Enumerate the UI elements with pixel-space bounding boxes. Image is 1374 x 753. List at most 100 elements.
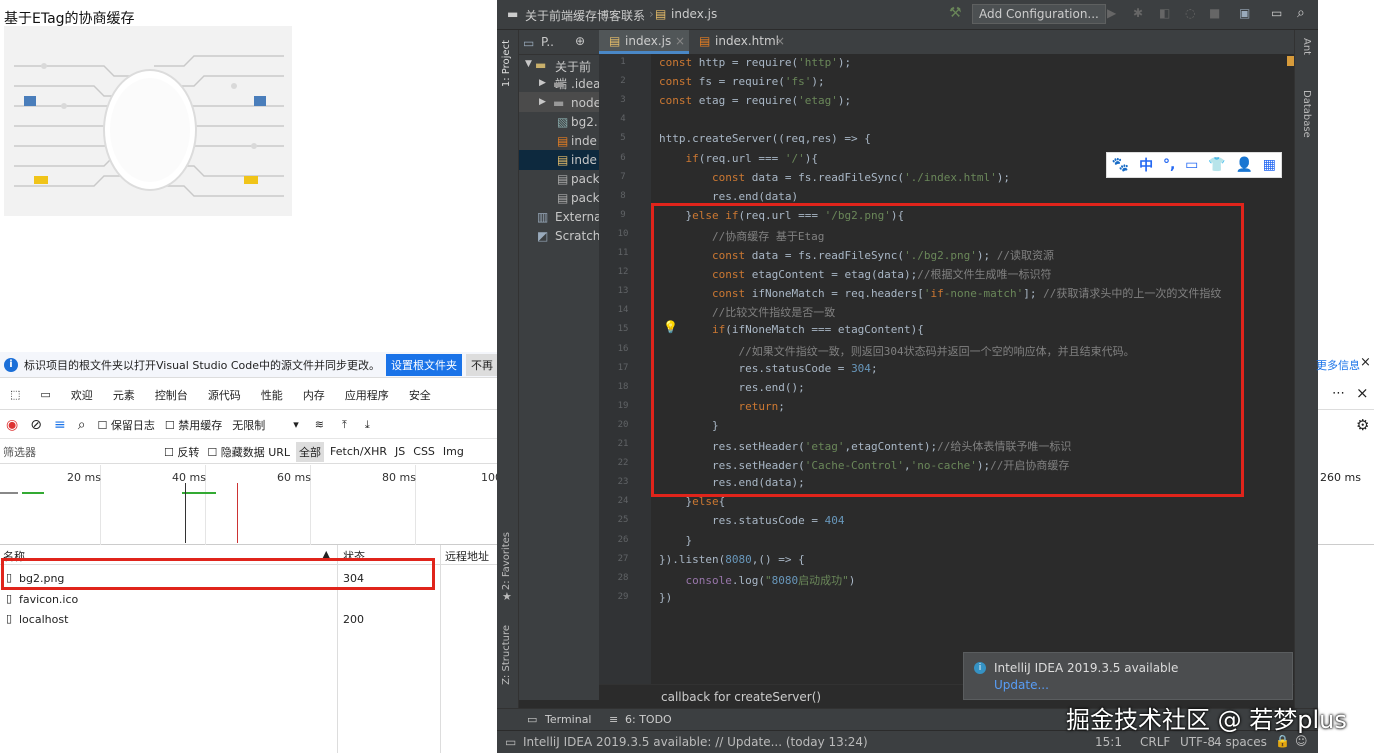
tool-structure[interactable]: Z: Structure bbox=[501, 625, 512, 685]
gear-icon[interactable]: ⚙ bbox=[1356, 416, 1369, 434]
face-icon[interactable]: ☺ bbox=[1295, 734, 1308, 748]
code-line[interactable]: } bbox=[659, 534, 692, 547]
record-icon[interactable]: ◉ bbox=[6, 417, 18, 433]
code-line[interactable]: res.statusCode = 404 bbox=[659, 514, 844, 527]
status-text[interactable]: IntelliJ IDEA 2019.3.5 available: // Upd… bbox=[523, 735, 868, 749]
type-fetch[interactable]: Fetch/XHR bbox=[330, 445, 387, 458]
breadcrumb-function[interactable]: callback for createServer() bbox=[661, 690, 821, 704]
tree-node[interactable]: node bbox=[571, 96, 601, 110]
code-line[interactable]: http.createServer((req,res) => { bbox=[659, 132, 871, 145]
tree-scratches[interactable]: Scratch bbox=[555, 229, 600, 243]
preserve-log-checkbox[interactable]: ☐ 保留日志 bbox=[98, 417, 155, 433]
tree-index-html[interactable]: inde bbox=[571, 134, 597, 148]
disable-cache-checkbox[interactable]: ☐ 禁用缓存 bbox=[165, 417, 222, 433]
type-css[interactable]: CSS bbox=[413, 445, 435, 458]
ime-punct[interactable]: °, bbox=[1163, 157, 1175, 173]
tool-project[interactable]: 1: Project bbox=[501, 40, 512, 87]
tab-elements[interactable]: 元素 bbox=[113, 387, 135, 403]
chevron-right-icon[interactable]: ▶ bbox=[539, 78, 546, 88]
update-link[interactable]: Update... bbox=[994, 678, 1049, 692]
tool-favorites[interactable]: 2: Favorites bbox=[501, 532, 512, 590]
tree-bg2[interactable]: bg2. bbox=[571, 115, 598, 129]
ime-grid[interactable]: ▦ bbox=[1263, 157, 1276, 173]
col-remote[interactable]: 远程地址 bbox=[445, 548, 489, 564]
close-devtools-icon[interactable]: × bbox=[1356, 384, 1369, 402]
filter-label[interactable]: 筛选器 bbox=[3, 444, 36, 460]
code-line[interactable]: }) bbox=[659, 591, 672, 604]
build-icon[interactable]: ⚒ bbox=[949, 5, 962, 21]
caret-position[interactable]: 15:1 bbox=[1095, 735, 1122, 749]
tab-console[interactable]: 控制台 bbox=[155, 387, 188, 403]
encoding[interactable]: UTF-8 bbox=[1180, 735, 1215, 749]
filter-icon[interactable]: ≡ bbox=[54, 417, 66, 433]
close-icon[interactable]: × bbox=[775, 34, 785, 48]
code-line[interactable]: const http = require('http'); bbox=[659, 56, 851, 69]
target-icon[interactable]: ⊕ bbox=[575, 34, 585, 48]
table-row[interactable]: ▯ localhost 200 bbox=[0, 609, 500, 629]
type-img[interactable]: Img bbox=[443, 445, 464, 458]
coverage-icon[interactable]: ◧ bbox=[1159, 6, 1170, 20]
download-icon[interactable]: ⤓ bbox=[365, 418, 370, 432]
tab-index-html[interactable]: ▤ index.html × bbox=[691, 30, 789, 54]
profile-icon[interactable]: ◌ bbox=[1185, 6, 1195, 20]
close-icon[interactable]: × bbox=[675, 34, 685, 48]
tree-package[interactable]: pack bbox=[571, 172, 600, 186]
line-separator[interactable]: CRLF bbox=[1140, 735, 1170, 749]
inspect-icon[interactable]: ⬚ bbox=[10, 388, 20, 401]
lock-icon[interactable]: 🔒 bbox=[1275, 734, 1290, 748]
type-all[interactable]: 全部 bbox=[296, 441, 325, 462]
hide-data-checkbox[interactable]: ☐ 隐藏数据 URL bbox=[207, 444, 290, 460]
tab-performance[interactable]: 性能 bbox=[261, 387, 283, 403]
indent[interactable]: 4 spaces bbox=[1214, 735, 1267, 749]
dont-show-again-button[interactable]: 不再 bbox=[466, 353, 499, 376]
breadcrumb-project[interactable]: 关于前端缓存博客联系 bbox=[525, 7, 645, 24]
breadcrumb-file[interactable]: index.js bbox=[671, 7, 717, 21]
tree-idea[interactable]: .idea bbox=[571, 77, 601, 91]
tab-welcome[interactable]: 欢迎 bbox=[71, 387, 93, 403]
ime-keyboard[interactable]: ▭ bbox=[1185, 157, 1198, 173]
update-notification[interactable]: i IntelliJ IDEA 2019.3.5 available Updat… bbox=[963, 652, 1293, 700]
tree-index-js[interactable]: inde bbox=[571, 153, 597, 167]
device-icon[interactable]: ▭ bbox=[40, 388, 50, 401]
paw-icon[interactable]: 🐾 bbox=[1112, 157, 1129, 173]
more-icon[interactable]: ⋯ bbox=[1332, 386, 1345, 401]
set-root-folder-button[interactable]: 设置根文件夹 bbox=[386, 353, 463, 376]
chevron-right-icon[interactable]: ▶ bbox=[539, 97, 546, 107]
code-line[interactable]: if(req.url === '/'){ bbox=[659, 152, 818, 165]
tab-index-js[interactable]: ▤ index.js × bbox=[599, 30, 689, 54]
tool-ant[interactable]: Ant bbox=[1301, 38, 1312, 55]
tab-memory[interactable]: 内存 bbox=[303, 387, 325, 403]
search-icon[interactable]: ⌕ bbox=[78, 417, 86, 433]
code-line[interactable]: const fs = require('fs'); bbox=[659, 75, 825, 88]
table-row[interactable]: ▯ favicon.ico bbox=[0, 589, 500, 609]
clear-icon[interactable]: ⊘ bbox=[30, 417, 42, 433]
code-line[interactable]: console.log("8080启动成功") bbox=[659, 572, 856, 588]
run-icon[interactable]: ▶ bbox=[1107, 6, 1116, 20]
code-line[interactable]: }).listen(8080,() => { bbox=[659, 553, 805, 566]
code-line[interactable]: const data = fs.readFileSync('./index.ht… bbox=[659, 171, 1010, 184]
tool-todo[interactable]: 6: TODO bbox=[625, 713, 672, 726]
ime-skin[interactable]: 👕 bbox=[1208, 157, 1225, 173]
code-line[interactable]: const etag = require('etag'); bbox=[659, 94, 851, 107]
ime-chinese[interactable]: 中 bbox=[1139, 155, 1153, 175]
code-line[interactable]: res.end(data) bbox=[659, 190, 798, 203]
ime-user[interactable]: 👤 bbox=[1235, 157, 1252, 173]
layout-icon[interactable]: ▭ bbox=[1271, 6, 1282, 20]
project-structure-icon[interactable]: ▣ bbox=[1239, 6, 1250, 20]
wifi-icon[interactable]: ≋ bbox=[315, 418, 324, 431]
throttle-select[interactable]: 无限制 bbox=[232, 417, 265, 433]
code-line[interactable]: }else{ bbox=[659, 495, 725, 508]
chevron-down-icon[interactable]: ▾ bbox=[293, 418, 299, 431]
chevron-down-icon[interactable]: ▼ bbox=[525, 59, 532, 69]
more-info-link[interactable]: 更多信息 bbox=[1316, 357, 1360, 373]
tab-sources[interactable]: 源代码 bbox=[208, 387, 241, 403]
search-everywhere-icon[interactable]: ⌕ bbox=[1297, 5, 1305, 21]
tab-application[interactable]: 应用程序 bbox=[345, 387, 389, 403]
stop-icon[interactable]: ■ bbox=[1209, 6, 1220, 20]
add-configuration-button[interactable]: Add Configuration... bbox=[972, 4, 1106, 24]
invert-checkbox[interactable]: ☐ 反转 bbox=[164, 444, 199, 460]
tool-database[interactable]: Database bbox=[1301, 90, 1312, 138]
project-header[interactable]: P.. bbox=[541, 35, 554, 49]
tree-external[interactable]: External bbox=[555, 210, 605, 224]
tab-security[interactable]: 安全 bbox=[409, 387, 431, 403]
